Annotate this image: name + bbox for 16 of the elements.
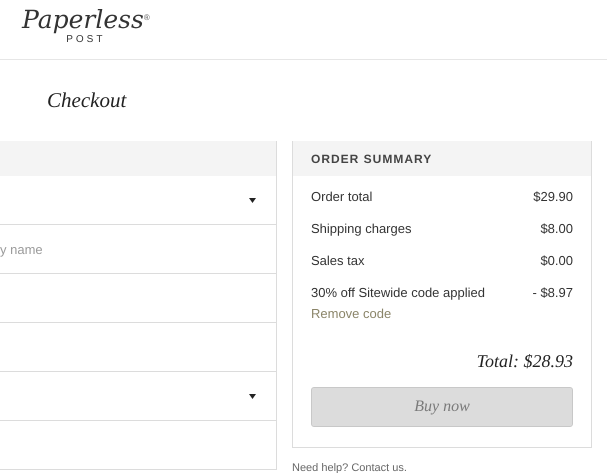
summary-title: ORDER SUMMARY [311, 150, 432, 168]
summary-label: Order total [311, 188, 372, 206]
summary-amount: $8.00 [540, 220, 573, 238]
help-text: Need help? Contact us. [292, 461, 408, 473]
summary-label: Sales tax [311, 252, 364, 270]
order-total: Total: $28.93 [476, 350, 573, 373]
caret-icon [249, 394, 256, 398]
summary-amount: $0.00 [540, 252, 573, 270]
summary-amount: $29.90 [533, 188, 573, 206]
logo[interactable]: Paperless® POST [22, 6, 150, 46]
caret-icon [249, 198, 256, 202]
summary-label: Shipping charges [311, 220, 412, 238]
page-title: Checkout [47, 87, 128, 114]
summary-label: 30% off Sitewide code applied [311, 284, 485, 302]
summary-amount: - $8.97 [532, 284, 573, 302]
remove-code-link[interactable]: Remove code [311, 306, 392, 321]
